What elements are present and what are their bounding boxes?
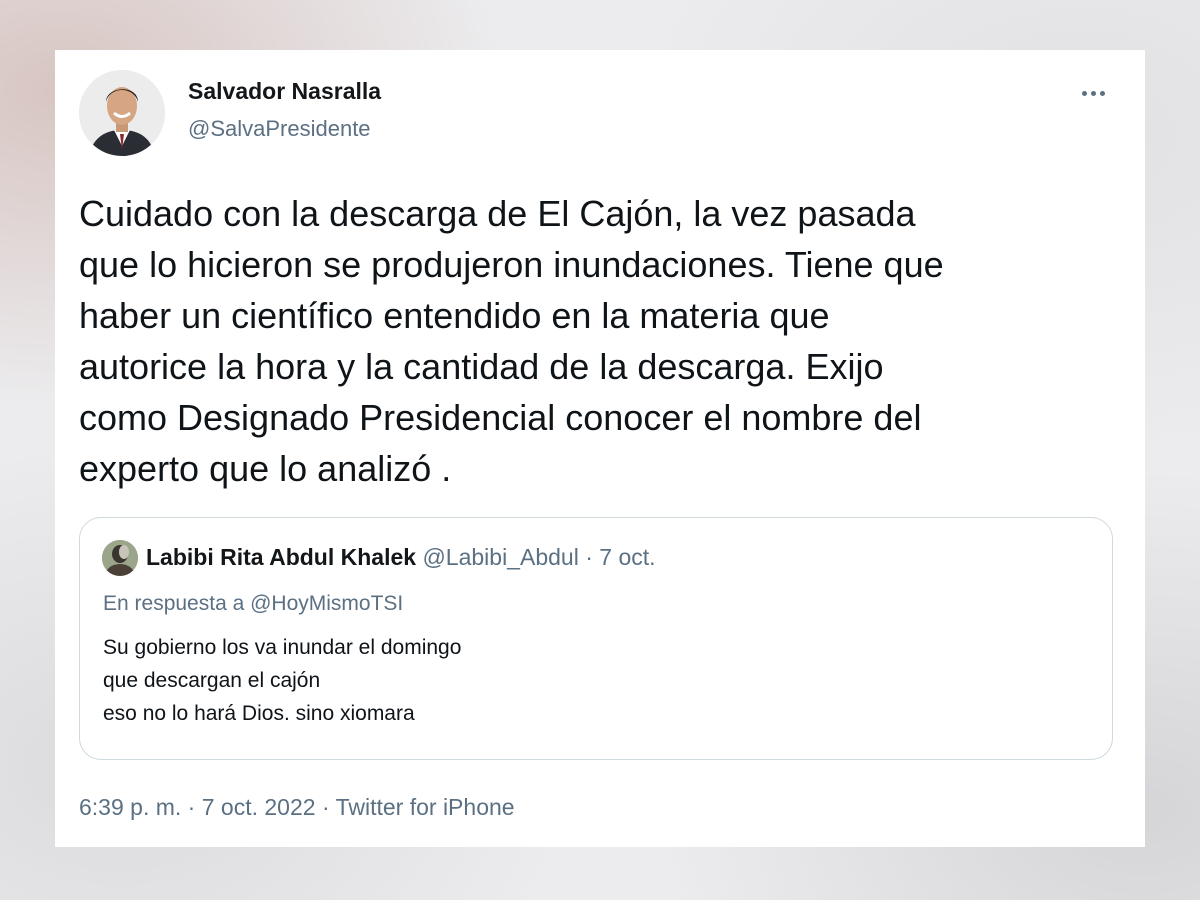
more-horizontal-icon <box>1081 90 1087 96</box>
tweet-text-line: experto que lo analizó . <box>79 448 452 489</box>
more-horizontal-icon <box>1090 90 1096 96</box>
author-name[interactable]: Salvador Nasralla <box>188 78 381 105</box>
tweet-date[interactable]: 7 oct. 2022 <box>202 794 316 820</box>
meta-separator: · <box>187 794 196 820</box>
author-avatar[interactable] <box>79 70 165 156</box>
tweet-meta: 6:39 p. m. · 7 oct. 2022 · Twitter for i… <box>79 794 515 821</box>
quoted-tweet[interactable]: Labibi Rita Abdul Khalek @Labibi_Abdul ·… <box>79 517 1113 760</box>
quoted-tweet-text: Su gobierno los va inundar el domingo qu… <box>103 631 461 730</box>
tweet-text-line: que lo hicieron se produjeron inundacion… <box>79 244 944 285</box>
more-options-button[interactable] <box>1075 78 1111 108</box>
quoted-text-line: Su gobierno los va inundar el domingo <box>103 636 462 659</box>
quoted-tweet-header: Labibi Rita Abdul Khalek @Labibi_Abdul ·… <box>146 544 656 571</box>
tweet-text: Cuidado con la descarga de El Cajón, la … <box>79 188 1119 494</box>
quoted-author-handle: @Labibi_Abdul <box>422 544 579 570</box>
quoted-date: 7 oct. <box>599 544 656 570</box>
tweet-text-line: haber un científico entendido en la mate… <box>79 295 830 336</box>
tweet-text-line: como Designado Presidencial conocer el n… <box>79 397 922 438</box>
quoted-author-avatar <box>102 540 138 576</box>
tweet-time[interactable]: 6:39 p. m. <box>79 794 181 820</box>
quoted-text-line: eso no lo hará Dios. sino xiomara <box>103 702 415 725</box>
quoted-reply-to: En respuesta a @HoyMismoTSI <box>103 592 404 615</box>
quoted-separator: · <box>585 544 593 570</box>
quoted-author-name: Labibi Rita Abdul Khalek <box>146 544 417 570</box>
author-handle[interactable]: @SalvaPresidente <box>188 116 371 142</box>
tweet-text-line: Cuidado con la descarga de El Cajón, la … <box>79 193 916 234</box>
more-horizontal-icon <box>1099 90 1105 96</box>
tweet-source[interactable]: Twitter for iPhone <box>336 794 515 820</box>
tweet-text-line: autorice la hora y la cantidad de la des… <box>79 346 884 387</box>
meta-separator: · <box>321 794 330 820</box>
tweet-card: Salvador Nasralla @SalvaPresidente Cuida… <box>55 50 1145 847</box>
quoted-text-line: que descargan el cajón <box>103 669 321 692</box>
